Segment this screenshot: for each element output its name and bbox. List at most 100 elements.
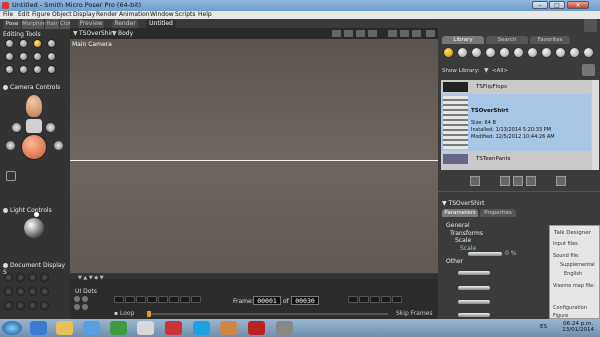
play-back-button[interactable]	[125, 296, 135, 303]
part-dropdown-arrow-icon[interactable]: ▼	[112, 30, 117, 37]
add-key-button[interactable]	[370, 296, 380, 303]
morph-brush-tool-icon[interactable]	[33, 65, 42, 74]
chain-break-tool-icon[interactable]	[33, 52, 42, 61]
display-style-12-icon[interactable]	[40, 301, 49, 310]
view-toggle-2-icon[interactable]	[344, 30, 353, 37]
language-indicator[interactable]: ES	[540, 324, 547, 330]
3d-viewport[interactable]: Main Camera	[70, 39, 438, 273]
figure-selector[interactable]: TSOverShirt	[79, 30, 115, 37]
panel-menu-icon[interactable]	[584, 19, 597, 32]
translate-in-out-tool-icon[interactable]	[47, 39, 56, 48]
menu-figure[interactable]: Figure	[32, 11, 50, 19]
menu-file[interactable]: File	[3, 11, 13, 19]
menu-scripts[interactable]: Scripts	[175, 11, 196, 19]
display-style-4-icon[interactable]	[40, 273, 49, 282]
total-frames-field[interactable]: 00030	[291, 296, 319, 305]
file-explorer-icon[interactable]	[56, 321, 73, 335]
cameras-category-icon[interactable]	[541, 47, 552, 58]
figure-dropdown-arrow-icon[interactable]: ▼	[73, 30, 78, 37]
current-frame-field[interactable]: 00001	[253, 296, 281, 305]
move-xy-icon[interactable]	[54, 141, 63, 150]
light-indicator-icon[interactable]	[34, 212, 39, 217]
view-toggle-1-icon[interactable]	[332, 30, 341, 37]
ui-dot-1-icon[interactable]	[74, 296, 80, 302]
library-item-tsteenpants[interactable]: TSTeenPants	[441, 152, 591, 166]
camera-select-icon[interactable]	[26, 119, 42, 133]
twist-tool-icon[interactable]	[19, 39, 28, 48]
stop-button[interactable]	[147, 296, 157, 303]
library-item-tsovershirt[interactable]: TSOverShirt Size: 64 B Installed: 1/13/2…	[441, 94, 591, 151]
taper-tool-icon[interactable]	[19, 52, 28, 61]
display-style-9-icon[interactable]	[4, 301, 13, 310]
play-end-button[interactable]	[180, 296, 190, 303]
menu-edit[interactable]: Edit	[18, 11, 30, 19]
tab-hair[interactable]: Hair	[45, 19, 59, 29]
param-dial-1[interactable]	[458, 271, 490, 275]
lights-category-icon[interactable]	[527, 47, 538, 58]
scale-value[interactable]: 0 %	[505, 250, 516, 257]
translate-tool-icon[interactable]	[33, 39, 42, 48]
camera-head-icon[interactable]	[26, 95, 42, 117]
color-tool-icon[interactable]	[47, 52, 56, 61]
show-library-value[interactable]: <All>	[492, 68, 508, 74]
display-style-3-icon[interactable]	[28, 273, 37, 282]
param-dial-2[interactable]	[458, 286, 490, 290]
play-button[interactable]	[158, 296, 168, 303]
maximize-button[interactable]: □	[549, 1, 565, 9]
display-style-7-icon[interactable]	[28, 287, 37, 296]
step-back-button[interactable]	[136, 296, 146, 303]
step-forward-button[interactable]	[169, 296, 179, 303]
tab-favorites[interactable]: Favorites	[530, 36, 570, 44]
hair-category-icon[interactable]	[485, 47, 496, 58]
minimize-button[interactable]: –	[532, 1, 548, 9]
menu-help[interactable]: Help	[198, 11, 212, 19]
remove-item-icon[interactable]	[526, 176, 536, 186]
timeline-slider[interactable]	[148, 313, 388, 315]
rotate-tool-icon[interactable]	[5, 39, 14, 48]
collections-category-icon[interactable]	[583, 47, 594, 58]
prev-key-button[interactable]	[348, 296, 358, 303]
part-selector[interactable]: Body	[118, 30, 133, 37]
param-dial-4[interactable]	[458, 313, 490, 317]
move-xz-icon[interactable]	[6, 141, 15, 150]
remove-key-button[interactable]	[381, 296, 391, 303]
group-other[interactable]: Other	[446, 258, 463, 265]
display-style-6-icon[interactable]	[16, 287, 25, 296]
trackball-icon[interactable]	[21, 134, 47, 160]
loop-checkbox[interactable]: ▪ Loop	[114, 310, 134, 317]
skype-icon[interactable]	[193, 321, 210, 335]
app-taskbar-icon-5[interactable]	[276, 321, 293, 335]
view-toggle-4-icon[interactable]	[368, 30, 377, 37]
group-general[interactable]: General	[446, 222, 470, 229]
grouping-tool-icon[interactable]	[5, 65, 14, 74]
expressions-category-icon[interactable]	[471, 47, 482, 58]
timeline-thumb[interactable]	[147, 311, 151, 317]
display-style-11-icon[interactable]	[28, 301, 37, 310]
scene-tool-icons[interactable]: ▼ ▲ ▼ ◆ ▼	[78, 275, 104, 281]
next-key-button[interactable]	[359, 296, 369, 303]
right-hand-camera-icon[interactable]	[46, 123, 55, 132]
props-category-icon[interactable]	[513, 47, 524, 58]
layout-toggle-icon[interactable]	[388, 30, 397, 37]
viewport-menu-icon[interactable]	[426, 30, 435, 37]
internet-explorer-icon[interactable]	[30, 321, 47, 335]
scale-tool-icon[interactable]	[5, 52, 14, 61]
left-hand-camera-icon[interactable]	[12, 123, 21, 132]
direct-manipulation-tool-icon[interactable]	[47, 65, 56, 74]
supplemental-checkbox[interactable]: Supplemental	[560, 262, 595, 268]
materials-category-icon[interactable]	[555, 47, 566, 58]
app-taskbar-icon-1[interactable]	[110, 321, 127, 335]
hands-category-icon[interactable]	[499, 47, 510, 58]
display-style-8-icon[interactable]	[40, 287, 49, 296]
menu-object[interactable]: Object	[52, 11, 72, 19]
param-dial-3[interactable]	[458, 300, 490, 304]
display-style-1-icon[interactable]	[4, 273, 13, 282]
close-button[interactable]: ✕	[567, 1, 589, 9]
flyaround-icon[interactable]	[6, 171, 16, 181]
ui-dot-3-icon[interactable]	[74, 304, 80, 310]
edit-keys-button[interactable]	[392, 296, 402, 303]
add-item-icon[interactable]	[513, 176, 523, 186]
system-clock[interactable]: 06:24 p.m. 13/01/2014	[562, 321, 594, 333]
display-style-10-icon[interactable]	[16, 301, 25, 310]
menu-window[interactable]: Window	[150, 11, 174, 19]
